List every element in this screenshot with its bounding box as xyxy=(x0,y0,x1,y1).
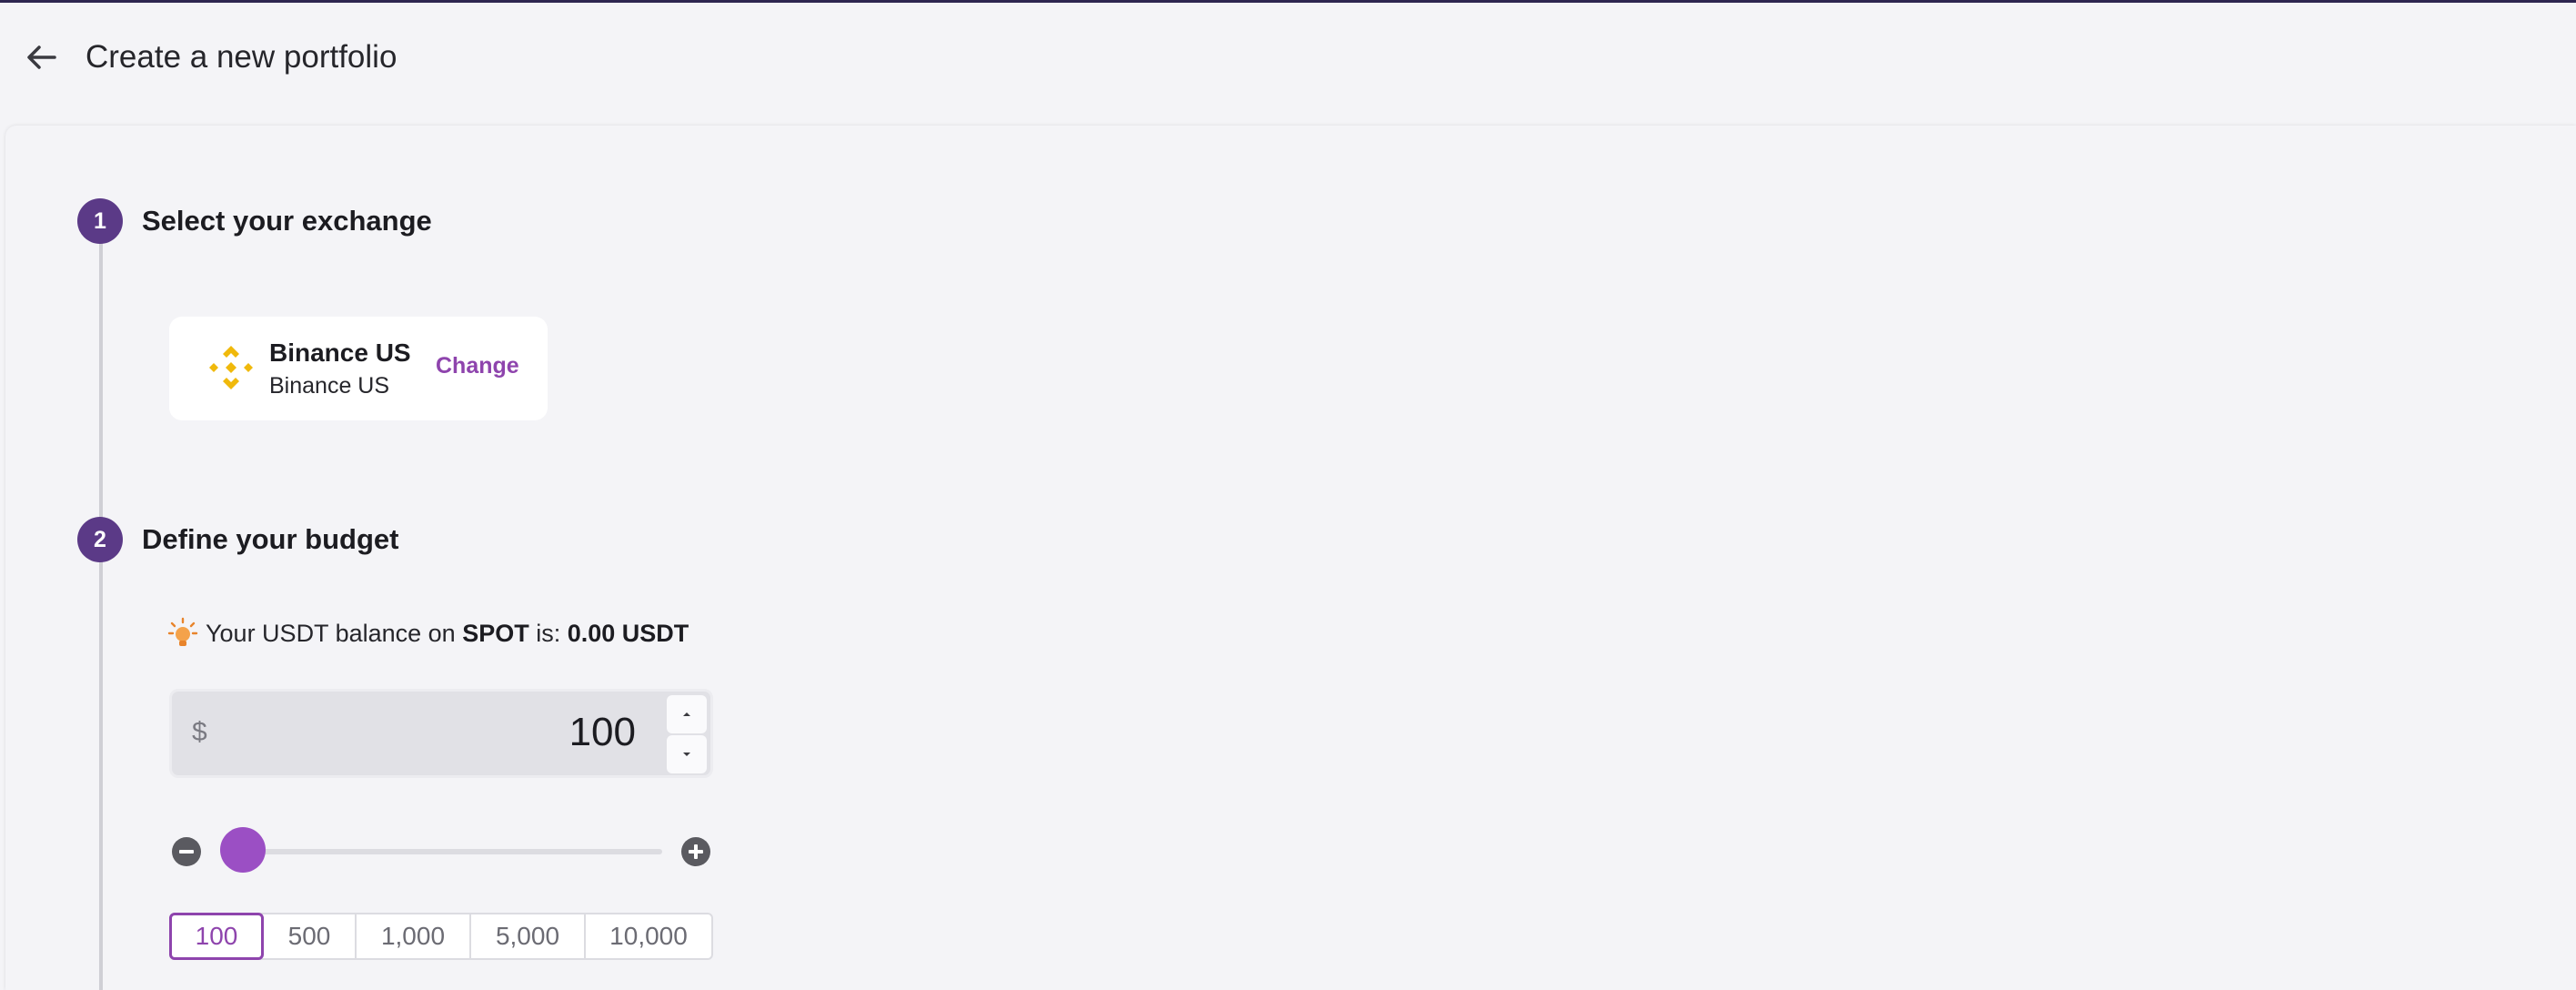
portfolio-form-panel xyxy=(5,126,2576,990)
budget-amount-input[interactable]: $ 100 xyxy=(169,689,713,778)
step-timeline-line xyxy=(99,241,103,990)
arrow-left-icon xyxy=(27,45,56,69)
preset-500[interactable]: 500 xyxy=(264,914,357,958)
slider-decrease-button[interactable] xyxy=(171,836,202,867)
slider-increase-button[interactable] xyxy=(680,836,711,867)
exchange-subtitle: Binance US xyxy=(269,373,390,399)
step-2-title: Define your budget xyxy=(142,523,399,555)
balance-account: SPOT xyxy=(462,619,529,647)
page-header: Create a new portfolio xyxy=(0,3,2576,112)
increment-button[interactable] xyxy=(667,695,707,733)
caret-up-icon xyxy=(683,712,690,716)
binance-logo-icon xyxy=(206,342,257,393)
back-button[interactable] xyxy=(22,37,62,77)
exchange-name: Binance US xyxy=(269,338,411,367)
change-exchange-button[interactable]: Change xyxy=(436,353,519,379)
preset-1000[interactable]: 1,000 xyxy=(357,914,471,958)
step-1-title: Select your exchange xyxy=(142,205,432,237)
decrement-button[interactable] xyxy=(667,735,707,773)
budget-slider-thumb[interactable] xyxy=(220,827,266,873)
caret-down-icon xyxy=(683,753,690,756)
balance-info: Your USDT balance on SPOT is: 0.00 USDT xyxy=(167,615,689,652)
balance-prefix: Your USDT balance on xyxy=(206,619,456,647)
lightbulb-icon xyxy=(167,617,198,646)
plus-circle-icon xyxy=(681,837,710,866)
preset-100[interactable]: 100 xyxy=(169,913,264,960)
budget-preset-group: 100 500 1,000 5,000 10,000 xyxy=(169,913,713,960)
budget-amount-value[interactable]: 100 xyxy=(569,710,636,755)
minus-circle-icon xyxy=(172,837,201,866)
budget-slider-track[interactable] xyxy=(242,849,662,854)
step-2-circle: 2 xyxy=(77,517,123,562)
exchange-card: Binance US Binance US Change xyxy=(169,317,548,420)
balance-amount: 0.00 USDT xyxy=(567,619,689,647)
preset-10000[interactable]: 10,000 xyxy=(586,914,711,958)
balance-middle: is: xyxy=(536,619,561,647)
step-1-circle: 1 xyxy=(77,198,123,244)
preset-5000[interactable]: 5,000 xyxy=(471,914,586,958)
currency-symbol: $ xyxy=(192,717,207,747)
page-title: Create a new portfolio xyxy=(86,39,397,75)
